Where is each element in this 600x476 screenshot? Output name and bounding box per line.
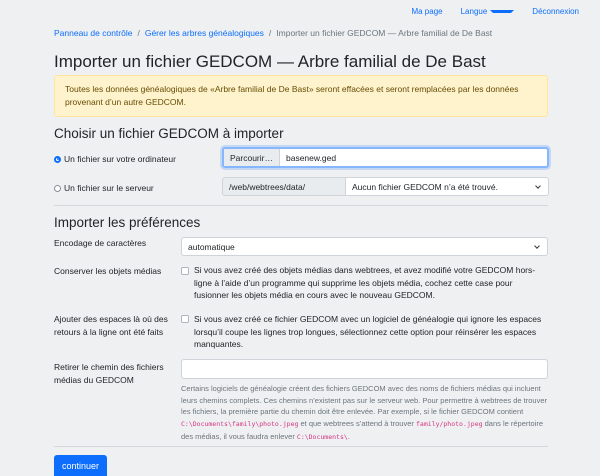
divider	[54, 446, 548, 447]
local-file-option[interactable]: Un fichier sur votre ordinateur	[54, 154, 176, 164]
help-code-2: family/photo.jpeg	[416, 420, 483, 429]
strip-path-help: Certains logiciels de généalogie créent …	[181, 383, 548, 444]
breadcrumb-manage-trees[interactable]: Gérer les arbres généalogiques	[145, 28, 264, 38]
chevron-down-icon	[535, 183, 541, 189]
breadcrumb-control-panel[interactable]: Panneau de contrôle	[54, 28, 132, 38]
strip-path-input[interactable]	[181, 359, 548, 379]
logout-link[interactable]: Déconnexion	[523, 7, 588, 16]
help-text-4: .	[347, 431, 350, 441]
local-file-label: Un fichier sur votre ordinateur	[64, 154, 176, 164]
encoding-label: Encodage de caractères	[54, 238, 147, 248]
server-file-select[interactable]: Aucun fichier GEDCOM n’a été trouvé.	[346, 177, 549, 196]
server-file-option[interactable]: Un fichier sur le serveur	[54, 183, 154, 193]
strip-path-label: Retirer le chemin des fichiers médias du…	[54, 362, 164, 385]
server-file-label: Un fichier sur le serveur	[64, 183, 154, 193]
divider	[54, 205, 548, 206]
language-menu[interactable]: Langue	[452, 7, 524, 16]
warning-alert: Toutes les données généalogiques de «Arb…	[54, 75, 548, 117]
breadcrumb: Panneau de contrôle / Gérer les arbres gén…	[54, 28, 492, 38]
help-text-1: Certains logiciels de généalogie créent …	[181, 384, 547, 417]
selected-file-name: basenew.ged	[285, 152, 337, 163]
add-spaces-label: Ajouter des espaces là où des retours à …	[54, 314, 168, 337]
language-label: Langue	[460, 7, 488, 16]
chevron-down-icon	[534, 243, 540, 249]
breadcrumb-current: Importer un fichier GEDCOM — Arbre famil…	[276, 28, 493, 38]
breadcrumb-separator: /	[137, 28, 140, 38]
add-spaces-description: Si vous avez créé ce fichier GEDCOM avec…	[194, 314, 542, 349]
server-file-group: /web/webtrees/data/ Aucun fichier GEDCOM…	[222, 177, 549, 196]
add-spaces-checkbox[interactable]	[181, 315, 189, 323]
keep-media-checkbox[interactable]	[181, 267, 189, 275]
help-code-3: C:\Documents\	[296, 432, 348, 441]
my-page-link[interactable]: Ma page	[402, 7, 451, 16]
encoding-select[interactable]: automatique	[181, 237, 548, 256]
server-file-radio[interactable]	[54, 184, 61, 192]
browse-button[interactable]: Parcourir…	[224, 149, 280, 166]
choose-file-heading: Choisir un fichier GEDCOM à importer	[54, 126, 284, 141]
chevron-down-icon	[490, 10, 515, 13]
encoding-select-value: automatique	[188, 241, 235, 252]
preferences-heading: Importer les préférences	[54, 215, 201, 230]
server-file-select-value: Aucun fichier GEDCOM n’a été trouvé.	[352, 181, 498, 192]
keep-media-label: Conserver les objets médias	[54, 266, 162, 276]
breadcrumb-separator: /	[268, 28, 272, 38]
file-input[interactable]: Parcourir… basenew.ged	[222, 147, 549, 168]
top-nav: Ma page Langue Déconnexion	[402, 7, 588, 16]
help-code-1: C:\Documents\family\photo.jpeg	[181, 420, 299, 429]
keep-media-description: Si vous avez créé des objets médias dans…	[194, 265, 536, 300]
help-text-2: et que webtrees s’attend à trouver	[300, 419, 414, 429]
page-title: Importer un fichier GEDCOM — Arbre famil…	[54, 52, 486, 71]
server-path: /web/webtrees/data/	[222, 177, 346, 196]
continue-button[interactable]: continuer	[54, 455, 108, 476]
local-file-radio[interactable]	[54, 155, 61, 163]
